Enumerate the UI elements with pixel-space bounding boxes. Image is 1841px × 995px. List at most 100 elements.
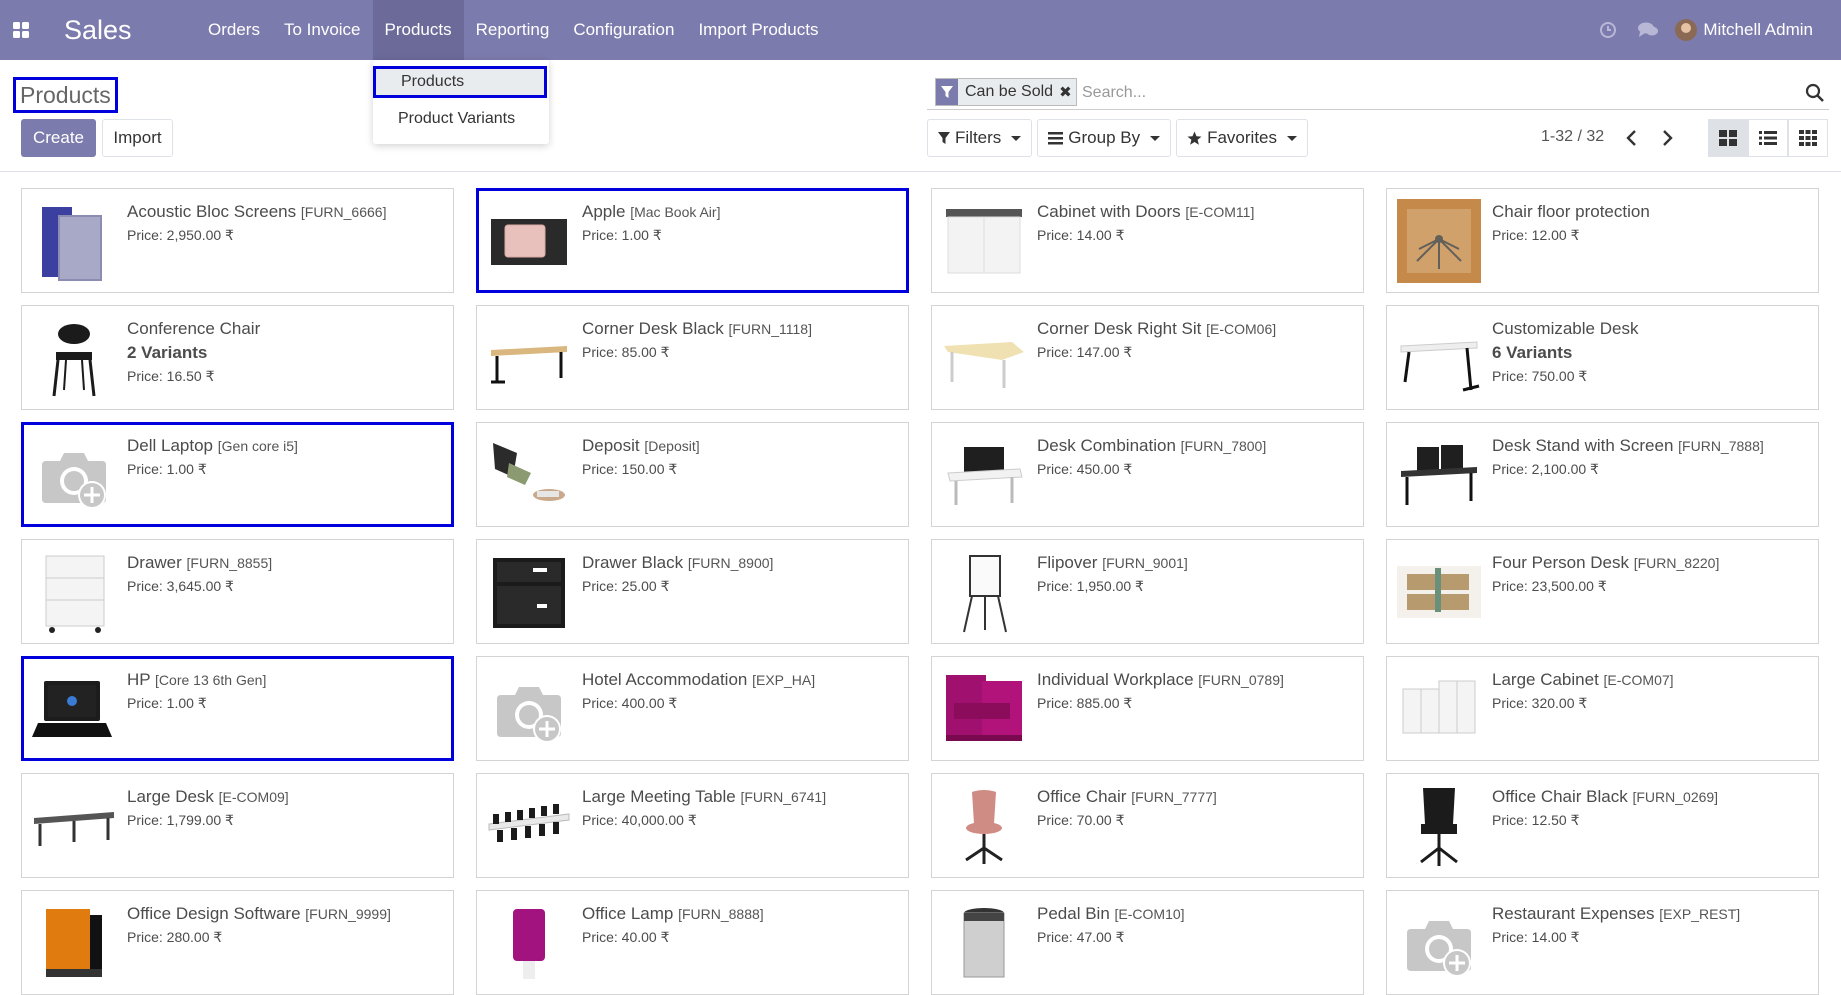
- product-card[interactable]: Deposit [Deposit] Price: 150.00 ₹: [476, 422, 909, 527]
- product-card[interactable]: Acoustic Bloc Screens [FURN_6666] Price: …: [21, 188, 454, 293]
- close-icon[interactable]: ✖: [1059, 79, 1076, 105]
- product-title: Cabinet with Doors: [1037, 202, 1181, 221]
- product-info: Large Cabinet [E-COM07] Price: 320.00 ₹: [1492, 670, 1810, 712]
- app-name[interactable]: Sales: [64, 0, 132, 60]
- page-title: Products: [13, 77, 118, 113]
- product-info: Pedal Bin [E-COM10] Price: 47.00 ₹: [1037, 904, 1355, 946]
- product-card[interactable]: Dell Laptop [Gen core i5] Price: 1.00 ₹: [21, 422, 454, 527]
- product-code: [FURN_8900]: [687, 555, 774, 571]
- main-menu: Orders To Invoice Products Reporting Con…: [196, 0, 830, 60]
- product-card[interactable]: Office Chair [FURN_7777] Price: 70.00 ₹: [931, 773, 1364, 878]
- product-card[interactable]: Customizable Desk 6 Variants Price: 750.00…: [1386, 305, 1819, 410]
- product-card[interactable]: Large Cabinet [E-COM07] Price: 320.00 ₹: [1386, 656, 1819, 761]
- star-icon: [1187, 131, 1202, 145]
- product-card[interactable]: Restaurant Expenses [EXP_REST] Price: 14.…: [1386, 890, 1819, 995]
- caret-down-icon: [1011, 135, 1022, 141]
- product-price: Price: 12.50 ₹: [1492, 812, 1580, 828]
- product-card[interactable]: Conference Chair 2 Variants Price: 16.50 ₹: [21, 305, 454, 410]
- menu-reporting[interactable]: Reporting: [464, 0, 562, 60]
- product-image: [1397, 433, 1481, 517]
- pager-value[interactable]: 1-32 / 32: [1541, 128, 1604, 146]
- product-card[interactable]: Office Lamp [FURN_8888] Price: 40.00 ₹: [476, 890, 909, 995]
- kanban-view-button[interactable]: [1708, 119, 1748, 157]
- product-price: Price: 16.50 ₹: [127, 368, 215, 384]
- dropdown-item-product-variants[interactable]: Product Variants: [373, 103, 549, 135]
- dropdown-item-products[interactable]: Products: [373, 66, 547, 98]
- product-price: Price: 3,645.00 ₹: [127, 578, 234, 594]
- product-info: HP [Core 13 6th Gen] Price: 1.00 ₹: [127, 670, 443, 712]
- menu-import-products[interactable]: Import Products: [686, 0, 830, 60]
- product-name: Acoustic Bloc Screens [FURN_6666]: [127, 202, 445, 222]
- product-variants: 6 Variants: [1492, 343, 1573, 362]
- product-card[interactable]: Office Chair Black [FURN_0269] Price: 12.…: [1386, 773, 1819, 878]
- product-title: Individual Workplace: [1037, 670, 1194, 689]
- product-card[interactable]: Four Person Desk [FURN_8220] Price: 23,50…: [1386, 539, 1819, 644]
- product-card[interactable]: Drawer Black [FURN_8900] Price: 25.00 ₹: [476, 539, 909, 644]
- product-card[interactable]: Large Meeting Table [FURN_6741] Price: 40…: [476, 773, 909, 878]
- product-name: Corner Desk Black [FURN_1118]: [582, 319, 900, 339]
- import-button[interactable]: Import: [102, 119, 173, 157]
- product-card[interactable]: Corner Desk Right Sit [E-COM06] Price: 14…: [931, 305, 1364, 410]
- product-card[interactable]: Pedal Bin [E-COM10] Price: 47.00 ₹: [931, 890, 1364, 995]
- group-by-button[interactable]: Group By: [1037, 119, 1172, 157]
- product-card[interactable]: Drawer [FURN_8855] Price: 3,645.00 ₹: [21, 539, 454, 644]
- product-title: Hotel Accommodation: [582, 670, 748, 689]
- navbar-right: Mitchell Admin: [1595, 0, 1841, 60]
- product-info: Individual Workplace [FURN_0789] Price: 8…: [1037, 670, 1355, 712]
- create-button[interactable]: Create: [21, 119, 96, 157]
- product-card[interactable]: Corner Desk Black [FURN_1118] Price: 85.0…: [476, 305, 909, 410]
- product-code: [E-COM06]: [1206, 321, 1277, 337]
- product-image: [32, 784, 116, 868]
- menu-configuration[interactable]: Configuration: [561, 0, 686, 60]
- product-title: Chair floor protection: [1492, 202, 1650, 221]
- product-card[interactable]: Apple [Mac Book Air] Price: 1.00 ₹: [476, 188, 909, 293]
- product-title: Deposit: [582, 436, 640, 455]
- product-price: Price: 147.00 ₹: [1037, 344, 1133, 360]
- product-info: Restaurant Expenses [EXP_REST] Price: 14.…: [1492, 904, 1810, 946]
- product-image: [32, 550, 116, 634]
- product-card[interactable]: Desk Combination [FURN_7800] Price: 450.0…: [931, 422, 1364, 527]
- user-menu[interactable]: Mitchell Admin: [1675, 19, 1813, 41]
- product-info: Hotel Accommodation [EXP_HA] Price: 400.0…: [582, 670, 900, 712]
- product-card[interactable]: Chair floor protection Price: 12.00 ₹: [1386, 188, 1819, 293]
- menu-products[interactable]: Products: [372, 0, 464, 60]
- product-card[interactable]: Office Design Software [FURN_9999] Price:…: [21, 890, 454, 995]
- search-icon[interactable]: [1805, 83, 1825, 108]
- grid-view-button[interactable]: [1788, 119, 1828, 157]
- list-view-button[interactable]: [1748, 119, 1788, 157]
- product-card[interactable]: Individual Workplace [FURN_0789] Price: 8…: [931, 656, 1364, 761]
- chevron-right-icon[interactable]: [1657, 128, 1677, 148]
- caret-down-icon: [1150, 135, 1161, 141]
- product-image: [32, 316, 116, 400]
- product-card[interactable]: Flipover [FURN_9001] Price: 1,950.00 ₹: [931, 539, 1364, 644]
- menu-to-invoice[interactable]: To Invoice: [272, 0, 373, 60]
- product-code: [Core 13 6th Gen]: [155, 672, 267, 688]
- product-code: [Gen core i5]: [217, 438, 298, 454]
- product-image: [942, 667, 1026, 751]
- product-name: Drawer Black [FURN_8900]: [582, 553, 900, 573]
- product-image: [487, 316, 571, 400]
- product-card[interactable]: Desk Stand with Screen [FURN_7888] Price:…: [1386, 422, 1819, 527]
- search-input[interactable]: [1080, 79, 1784, 107]
- chevron-left-icon[interactable]: [1622, 128, 1642, 148]
- product-image: [942, 199, 1026, 283]
- apps-icon[interactable]: [12, 21, 30, 39]
- product-name: Four Person Desk [FURN_8220]: [1492, 553, 1810, 573]
- product-code: [FURN_8220]: [1633, 555, 1720, 571]
- product-card[interactable]: Hotel Accommodation [EXP_HA] Price: 400.0…: [476, 656, 909, 761]
- product-card[interactable]: Cabinet with Doors [E-COM11] Price: 14.00…: [931, 188, 1364, 293]
- menu-orders[interactable]: Orders: [196, 0, 272, 60]
- product-title: Corner Desk Black: [582, 319, 724, 338]
- chat-icon[interactable]: [1635, 0, 1661, 60]
- product-title: Pedal Bin: [1037, 904, 1110, 923]
- product-card[interactable]: Large Desk [E-COM09] Price: 1,799.00 ₹: [21, 773, 454, 878]
- clock-icon[interactable]: [1595, 0, 1621, 60]
- filters-button[interactable]: Filters: [927, 119, 1033, 157]
- product-image: [487, 433, 571, 517]
- products-dropdown: Products Product Variants: [373, 60, 549, 144]
- product-title: Restaurant Expenses: [1492, 904, 1655, 923]
- favorites-button[interactable]: Favorites: [1176, 119, 1309, 157]
- product-title: HP: [127, 670, 151, 689]
- product-image: [942, 316, 1026, 400]
- product-card[interactable]: HP [Core 13 6th Gen] Price: 1.00 ₹: [21, 656, 454, 761]
